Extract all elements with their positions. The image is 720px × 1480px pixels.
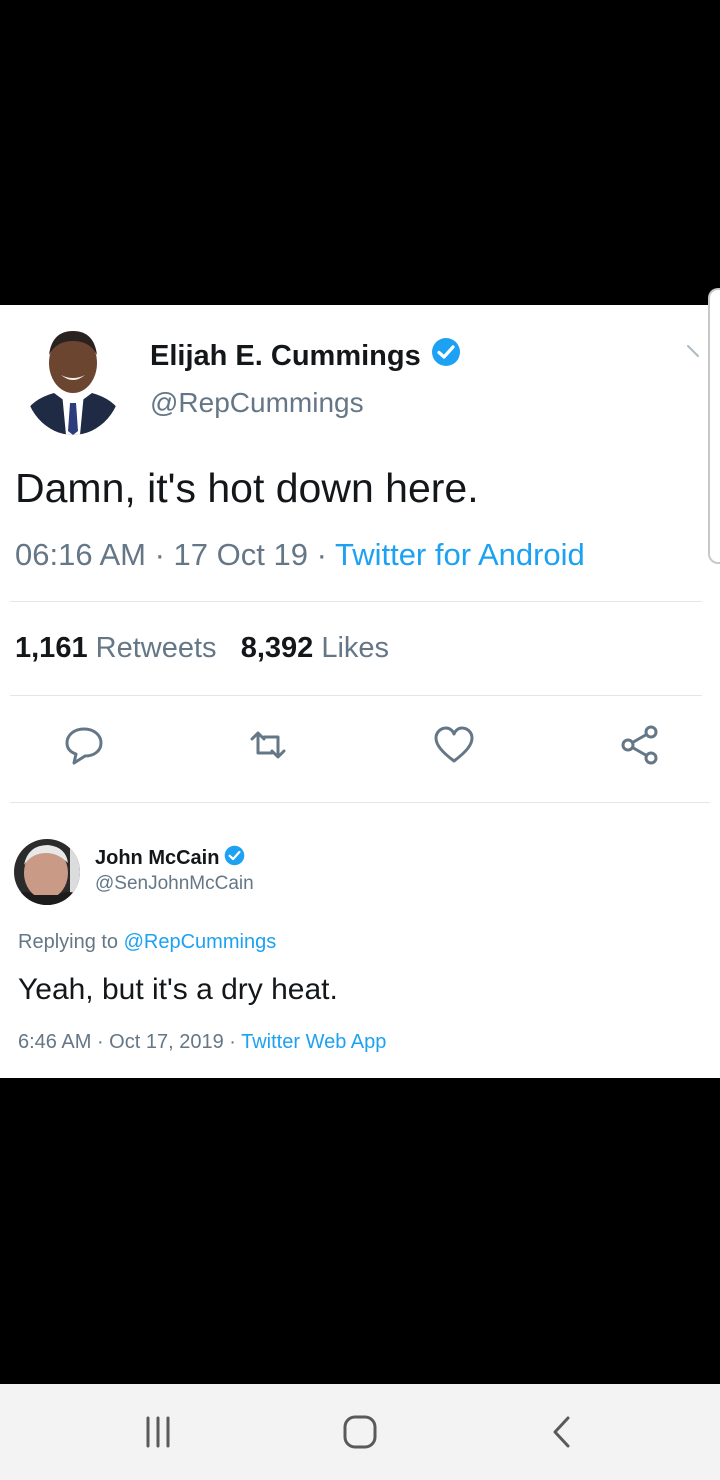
meta-separator: ·: [307, 537, 335, 572]
author-name[interactable]: Elijah E. Cummings: [150, 340, 421, 373]
likes-stat[interactable]: 8,392 Likes: [241, 632, 389, 664]
meta-separator: ·: [145, 537, 174, 572]
reply-date: Oct 17, 2019: [109, 1031, 224, 1053]
likes-label: Likes: [321, 632, 390, 664]
divider: [10, 695, 702, 696]
reply-icon[interactable]: [62, 723, 106, 767]
replying-to-mention[interactable]: @RepCummings: [124, 931, 277, 953]
retweets-count: 1,161: [15, 632, 88, 664]
system-nav-bar: [0, 1384, 720, 1480]
reply-author-name[interactable]: John McCain: [95, 847, 219, 870]
tweet-time: 06:16 AM: [15, 537, 146, 572]
retweet-icon[interactable]: [246, 723, 290, 767]
tweet-date: 17 Oct 19: [173, 537, 308, 572]
heart-icon[interactable]: [432, 723, 476, 767]
reply-author-handle[interactable]: @SenJohnMcCain: [95, 873, 254, 895]
meta-separator: ·: [223, 1031, 242, 1053]
recents-icon[interactable]: [138, 1414, 178, 1450]
replying-to-line: Replying to @RepCummings: [18, 931, 276, 954]
avatar-john-mccain[interactable]: [14, 839, 80, 905]
avatar-elijah-cummings[interactable]: [24, 323, 122, 435]
share-icon[interactable]: [618, 723, 662, 767]
verified-badge-icon: [431, 337, 461, 375]
reply-text: Yeah, but it's a dry heat.: [18, 973, 338, 1006]
divider: [10, 802, 710, 803]
likes-count: 8,392: [240, 632, 314, 664]
reply-source-link[interactable]: Twitter Web App: [241, 1031, 386, 1053]
divider: [10, 601, 702, 602]
author-handle[interactable]: @RepCummings: [150, 387, 364, 419]
reply-time: 6:46 AM: [18, 1031, 92, 1053]
reply-meta: 6:46 AM · Oct 17, 2019 · Twitter Web App: [18, 1031, 386, 1054]
reply-author-name-row: John McCain: [95, 845, 245, 872]
tweet-text: Damn, it's hot down here.: [15, 465, 479, 511]
chevron-down-icon[interactable]: [686, 343, 700, 357]
tweet-meta: 06:16 AM · 17 Oct 19 · Twitter for Andro…: [15, 537, 585, 573]
meta-separator: ·: [91, 1031, 110, 1053]
verified-badge-icon: [224, 845, 245, 872]
home-icon[interactable]: [340, 1414, 380, 1450]
tweet-source-link[interactable]: Twitter for Android: [335, 537, 585, 572]
tweet-screenshot: Elijah E. Cummings @RepCummings Damn, it…: [0, 305, 720, 1078]
scroll-edge: [708, 288, 720, 564]
replying-prefix: Replying to: [18, 931, 119, 953]
back-icon[interactable]: [542, 1414, 582, 1450]
retweets-stat[interactable]: 1,161 Retweets: [15, 632, 217, 664]
author-name-row: Elijah E. Cummings: [150, 337, 461, 375]
tweet-stats: 1,161 Retweets 8,392 Likes: [15, 632, 389, 665]
retweets-label: Retweets: [95, 632, 217, 664]
